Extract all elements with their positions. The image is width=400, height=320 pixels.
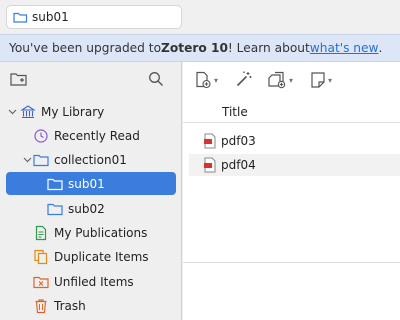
item-title: pdf04: [221, 158, 256, 172]
chevron-down-icon: ▾: [328, 75, 333, 85]
clock-icon: [33, 128, 49, 144]
folder-icon: [47, 176, 63, 192]
tree-item-duplicate-items[interactable]: Duplicate Items: [33, 246, 149, 268]
collection-search-button[interactable]: [148, 71, 164, 87]
chevron-down-icon: ▾: [289, 75, 294, 85]
duplicate-icon: [33, 249, 49, 265]
item-row[interactable]: pdf04: [189, 154, 400, 176]
items-column-header: [183, 99, 400, 123]
item-title: pdf03: [221, 134, 256, 148]
trash-icon: [33, 298, 49, 314]
magic-wand-icon: [235, 70, 253, 88]
library-icon: [20, 104, 36, 120]
search-icon: [148, 71, 164, 87]
tree-label: My Publications: [54, 226, 148, 240]
pdf-icon: [203, 157, 217, 173]
item-row[interactable]: pdf03: [189, 130, 400, 152]
tab-sub01[interactable]: sub01: [6, 5, 182, 29]
new-item-icon: [194, 71, 212, 89]
pdf-icon: [203, 133, 217, 149]
tree-label: collection01: [54, 153, 127, 167]
tab-label: sub01: [32, 10, 69, 24]
attachment-icon: [267, 71, 287, 89]
unfiled-icon: [33, 274, 49, 290]
tree-item-collection01[interactable]: collection01: [33, 149, 127, 171]
tree-item-sub01[interactable]: sub01: [47, 173, 105, 195]
tree-item-sub02[interactable]: sub02: [47, 198, 105, 220]
banner-product: Zotero 10: [161, 41, 228, 55]
tree-item-recently-read[interactable]: Recently Read: [33, 125, 140, 147]
column-header-title[interactable]: Title: [222, 105, 248, 119]
item-pane-divider: [183, 262, 400, 263]
tree-label: Trash: [54, 299, 86, 313]
banner-text-suffix: .: [378, 41, 383, 55]
tree-label: My Library: [41, 105, 105, 119]
banner-text-middle: ! Learn about: [227, 41, 310, 55]
add-attachment-button[interactable]: ▾: [267, 71, 293, 89]
add-by-identifier-button[interactable]: [235, 70, 253, 88]
tree-label: Unfiled Items: [54, 275, 134, 289]
folder-icon: [47, 201, 63, 217]
new-item-button[interactable]: ▾: [194, 71, 218, 89]
tree-label: Duplicate Items: [54, 250, 149, 264]
publications-icon: [33, 225, 49, 241]
note-icon: [310, 71, 326, 89]
chevron-down-icon[interactable]: [7, 107, 17, 117]
new-collection-button[interactable]: [10, 71, 28, 87]
folder-icon: [13, 11, 28, 23]
tree-item-trash[interactable]: Trash: [33, 295, 86, 317]
chevron-down-icon[interactable]: [22, 155, 32, 165]
upgrade-banner: You've been upgraded to Zotero 10! Learn…: [0, 34, 400, 62]
tree-item-unfiled-items[interactable]: Unfiled Items: [33, 271, 134, 293]
folder-icon: [33, 152, 49, 168]
tree-label: Recently Read: [54, 129, 140, 143]
new-note-button[interactable]: ▾: [310, 71, 332, 89]
whats-new-link[interactable]: what's new: [310, 41, 379, 55]
chevron-down-icon: ▾: [214, 75, 219, 85]
tree-label: sub01: [68, 177, 105, 191]
banner-text-prefix: You've been upgraded to: [9, 41, 162, 55]
new-collection-icon: [10, 71, 28, 87]
tree-item-my-library[interactable]: My Library: [20, 101, 104, 123]
tree-label: sub02: [68, 202, 105, 216]
tree-item-my-publications[interactable]: My Publications: [33, 222, 147, 244]
